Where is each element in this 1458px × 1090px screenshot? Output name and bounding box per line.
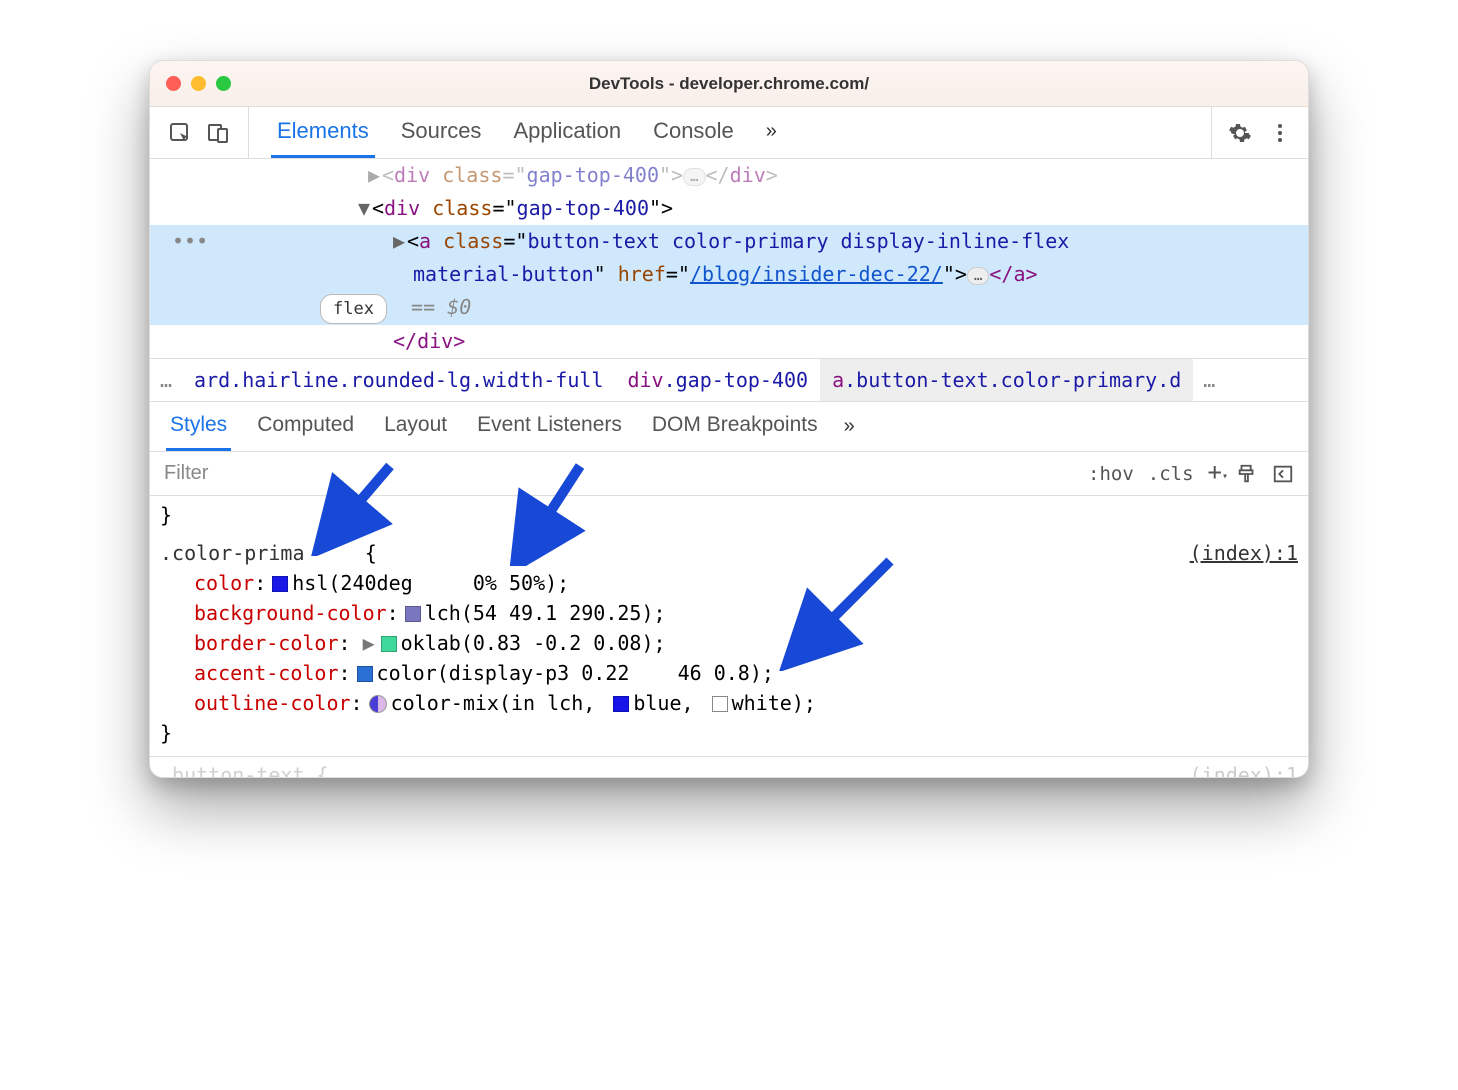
main-toolbar: Elements Sources Application Console » (150, 107, 1308, 159)
sidebar-tabs: Styles Computed Layout Event Listeners D… (150, 402, 1308, 452)
panel-tabs: Elements Sources Application Console » (249, 107, 1211, 158)
dom-tree[interactable]: ▶<div class="gap-top-400">…</div> ▼<div … (150, 159, 1308, 358)
settings-gear-icon[interactable] (1228, 121, 1252, 145)
more-subtabs-button[interactable]: » (844, 402, 855, 451)
subtab-styles[interactable]: Styles (166, 402, 231, 451)
css-declaration[interactable]: border-color: ▶oklab(0.83 -0.2 0.08); (160, 628, 1298, 658)
subtab-layout[interactable]: Layout (380, 402, 451, 451)
styles-rule-peek: .button-text { (index):1 (150, 757, 1308, 777)
color-mix-swatch[interactable] (369, 695, 387, 713)
color-swatch[interactable] (613, 696, 629, 712)
breadcrumb-scroll-left[interactable]: … (150, 368, 182, 392)
gutter-actions-icon[interactable]: ••• (168, 226, 198, 257)
color-swatch[interactable] (405, 606, 421, 622)
dom-row-selected[interactable]: •••▶<a class="button-text color-primary … (150, 225, 1308, 258)
computed-panel-toggle-icon[interactable] (1272, 463, 1294, 485)
subtab-event-listeners[interactable]: Event Listeners (473, 402, 626, 451)
minimize-window-button[interactable] (191, 76, 206, 91)
css-declaration[interactable]: accent-color:color(display-p3 0.22 46 0.… (160, 658, 1298, 688)
kebab-menu-icon[interactable] (1268, 121, 1292, 145)
css-declaration[interactable]: outline-color:color-mix(in lch, blue, wh… (160, 688, 1298, 718)
tab-elements[interactable]: Elements (271, 107, 375, 158)
expand-shorthand-icon[interactable]: ▶ (363, 631, 375, 655)
rule-close-brace: } (160, 718, 1298, 748)
dom-row[interactable]: </div> (150, 325, 1308, 358)
styles-pane[interactable]: } .color-prima { (index):1 color:hsl(240… (150, 496, 1308, 757)
css-selector[interactable]: .color-prima (160, 541, 353, 565)
hov-toggle[interactable]: :hov (1088, 463, 1134, 485)
css-declaration[interactable]: color:hsl(240deg 0% 50%); (160, 568, 1298, 598)
styles-filter-input[interactable] (150, 462, 1074, 485)
breadcrumb-item[interactable]: div.gap-top-400 (615, 359, 820, 401)
rule-header: .color-prima { (index):1 (160, 538, 1298, 568)
tab-sources[interactable]: Sources (395, 107, 488, 158)
tab-console[interactable]: Console (647, 107, 740, 158)
css-source-link[interactable]: (index):1 (1190, 538, 1298, 568)
dom-row-selected[interactable]: flex == $0 (150, 291, 1308, 325)
toolbar-right-group (1211, 107, 1308, 158)
dom-tag: div (394, 163, 430, 187)
tab-application[interactable]: Application (507, 107, 627, 158)
color-swatch[interactable] (272, 576, 288, 592)
fullscreen-window-button[interactable] (216, 76, 231, 91)
ellipsis-badge[interactable]: … (967, 267, 989, 285)
ellipsis-badge[interactable]: … (683, 168, 705, 186)
breadcrumb-scroll-right[interactable]: … (1193, 368, 1225, 392)
rule-close-brace: } (160, 500, 1298, 530)
toolbar-left-group (150, 107, 249, 158)
copy-styles-icon[interactable] (1236, 463, 1258, 485)
breadcrumb-item[interactable]: ard.hairline.rounded-lg.width-full (182, 359, 615, 401)
color-swatch[interactable] (712, 696, 728, 712)
dom-row-selected[interactable]: material-button" href="/blog/insider-dec… (150, 258, 1308, 291)
breadcrumbs: … ard.hairline.rounded-lg.width-full div… (150, 358, 1308, 402)
more-tabs-button[interactable]: » (760, 107, 797, 158)
new-style-rule-button[interactable]: +▾ (1208, 458, 1222, 486)
dom-row[interactable]: ▶<div class="gap-top-400">…</div> (150, 159, 1308, 192)
css-declaration[interactable]: background-color:lch(54 49.1 290.25); (160, 598, 1298, 628)
window-title: DevTools - developer.chrome.com/ (150, 74, 1308, 94)
cls-toggle[interactable]: .cls (1148, 463, 1194, 485)
flex-badge[interactable]: flex (320, 294, 387, 324)
breadcrumb-item-active[interactable]: a.button-text.color-primary.d (820, 359, 1193, 401)
subtab-computed[interactable]: Computed (253, 402, 358, 451)
close-window-button[interactable] (166, 76, 181, 91)
titlebar: DevTools - developer.chrome.com/ (150, 61, 1308, 107)
dom-row[interactable]: ▼<div class="gap-top-400"> (150, 192, 1308, 225)
color-swatch[interactable] (357, 666, 373, 682)
inspect-element-icon[interactable] (168, 121, 192, 145)
window-controls (166, 76, 231, 91)
device-toolbar-icon[interactable] (206, 121, 230, 145)
color-swatch[interactable] (381, 636, 397, 652)
subtab-dom-breakpoints[interactable]: DOM Breakpoints (648, 402, 822, 451)
styles-filter-bar: :hov .cls +▾ (150, 452, 1308, 496)
devtools-window: DevTools - developer.chrome.com/ Element… (149, 60, 1309, 778)
